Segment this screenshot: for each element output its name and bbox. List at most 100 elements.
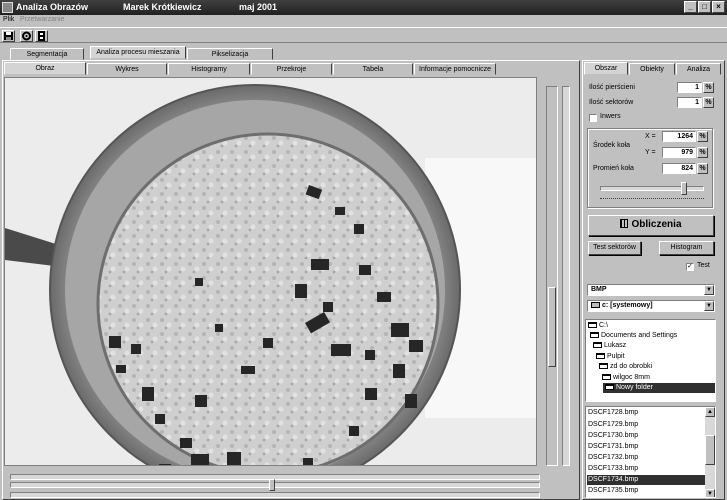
radius-spin-button[interactable]: % [697,163,708,174]
save-button[interactable] [2,30,15,42]
radius-slider-thumb[interactable] [681,182,687,195]
menu-processing[interactable]: Przetwarzanie [20,16,64,23]
film-button[interactable] [35,30,48,42]
y-label: Y = [645,149,656,156]
sectors-spin-button[interactable]: % [703,97,714,108]
radius-label: Promień koła [593,165,634,172]
rings-spin-button[interactable]: % [703,82,714,93]
rings-label: Ilość pierścieni [589,84,635,91]
slider-ticks [600,198,704,199]
folder-tree[interactable]: C:\ Documents and Settings Lukasz Pulpit… [585,319,716,402]
test-checkbox[interactable]: ✓ [686,263,694,271]
horizontal-slider-thumb[interactable] [269,479,275,491]
tab-segmentation[interactable]: Segmentacja [10,48,84,60]
inverse-checkbox[interactable] [589,114,597,122]
center-y-spin-button[interactable]: % [697,147,708,158]
disk-icon [4,32,13,40]
format-select-value: BMP [591,286,607,293]
center-label: Środek koła [593,142,630,149]
tree-item[interactable]: zd do obrobki [599,362,652,372]
tree-item[interactable]: Documents and Settings [590,331,677,341]
author-label: Marek Krótkiewicz [123,2,202,12]
tab-cross-sections[interactable]: Przekroje [251,63,332,75]
radius-slider-track[interactable] [600,182,704,195]
sample-image [5,78,536,465]
vertical-slider-track[interactable] [546,86,558,466]
center-y-input[interactable]: 979 [662,147,696,158]
tree-item[interactable]: Pulpit [596,352,625,362]
folder-icon [593,342,602,348]
scroll-down-icon[interactable]: ▼ [705,489,715,497]
compute-button[interactable]: Obliczenia [588,215,714,236]
tree-item[interactable]: Lukasz [593,341,626,351]
drive-select-value: c: [systemowy] [602,302,653,309]
tree-item-selected[interactable]: Nowy folder [603,383,715,393]
list-item-selected[interactable]: DSCF1734.bmp [587,475,705,485]
folder-icon [596,353,605,359]
list-item[interactable]: DSCF1735.bmp [587,486,705,496]
file-list-scroll-thumb[interactable] [705,435,715,465]
tab-image[interactable]: Obraz [4,62,86,75]
film-icon [38,31,45,41]
list-item[interactable]: DSCF1728.bmp [587,408,705,418]
sectors-input[interactable]: 1 [677,97,702,108]
folder-open-icon [605,384,614,390]
list-item[interactable]: DSCF1733.bmp [587,464,705,474]
app-icon [2,2,13,13]
center-x-spin-button[interactable]: % [697,131,708,142]
menu-bar: Plik Przetwarzanie [0,15,727,26]
abacus-icon [620,219,629,228]
rings-input[interactable]: 1 [677,82,702,93]
horizontal-slider-track-3[interactable] [10,492,540,498]
title-bar: Analiza Obrazów Marek Krótkiewicz maj 20… [0,0,727,15]
gear-icon [22,31,31,41]
file-list[interactable]: DSCF1728.bmp DSCF1729.bmp DSCF1730.bmp D… [585,406,716,498]
tree-item[interactable]: wilgoc 8mm [602,373,650,383]
inverse-label: Inwers [600,113,621,120]
maximize-button[interactable]: □ [698,1,711,13]
horizontal-slider-track-1[interactable] [10,474,540,480]
test-label: Test [697,262,710,269]
list-item[interactable]: DSCF1732.bmp [587,453,705,463]
chevron-down-icon[interactable]: ▼ [704,285,714,295]
tab-pixelization[interactable]: Pikselizacja [187,48,273,60]
drive-icon [591,302,600,308]
x-label: X = [645,133,656,140]
drive-select[interactable]: c: [systemowy] ▼ [587,300,715,312]
list-item[interactable]: DSCF1730.bmp [587,431,705,441]
date-label: maj 2001 [239,2,278,12]
tab-analysis[interactable]: Analiza [676,63,721,75]
compute-label: Obliczenia [631,219,682,230]
file-list-scrollbar[interactable]: ▲ ▼ [705,407,715,497]
tab-table[interactable]: Tabela [333,63,413,75]
folder-icon [590,332,599,338]
tab-mixing-analysis[interactable]: Analiza procesu mieszania [90,46,186,59]
minimize-button[interactable]: _ [684,1,697,13]
app-title: Analiza Obrazów [16,2,89,12]
close-button[interactable]: × [712,1,725,13]
horizontal-slider-track-2[interactable] [10,479,540,491]
tab-area[interactable]: Obszar [584,62,628,75]
tree-item[interactable]: C:\ [588,321,608,331]
histogram-button[interactable]: Histogram [659,241,714,255]
vertical-slider-thumb[interactable] [548,287,556,367]
folder-icon [602,374,611,380]
menu-file[interactable]: Plik [3,16,14,23]
chevron-down-icon[interactable]: ▼ [704,301,714,311]
tab-help-info[interactable]: Informacje pomocnicze [414,63,496,75]
test-sectors-button[interactable]: Test sektorów [588,241,641,255]
format-select[interactable]: BMP ▼ [587,284,715,296]
sectors-label: Ilość sektorów [589,99,634,106]
list-item[interactable]: DSCF1729.bmp [587,420,705,430]
tab-objects[interactable]: Obiekty [629,63,675,75]
center-x-input[interactable]: 1264 [662,131,696,142]
radius-input[interactable]: 824 [662,163,696,174]
image-viewport[interactable] [4,77,537,466]
tab-chart[interactable]: Wykres [87,63,167,75]
list-item[interactable]: DSCF1731.bmp [587,442,705,452]
tab-histograms[interactable]: Histogramy [168,63,250,75]
vertical-scroll-track[interactable] [562,86,570,466]
folder-icon [599,363,608,369]
settings-button[interactable] [20,30,33,42]
scroll-up-icon[interactable]: ▲ [705,407,715,417]
